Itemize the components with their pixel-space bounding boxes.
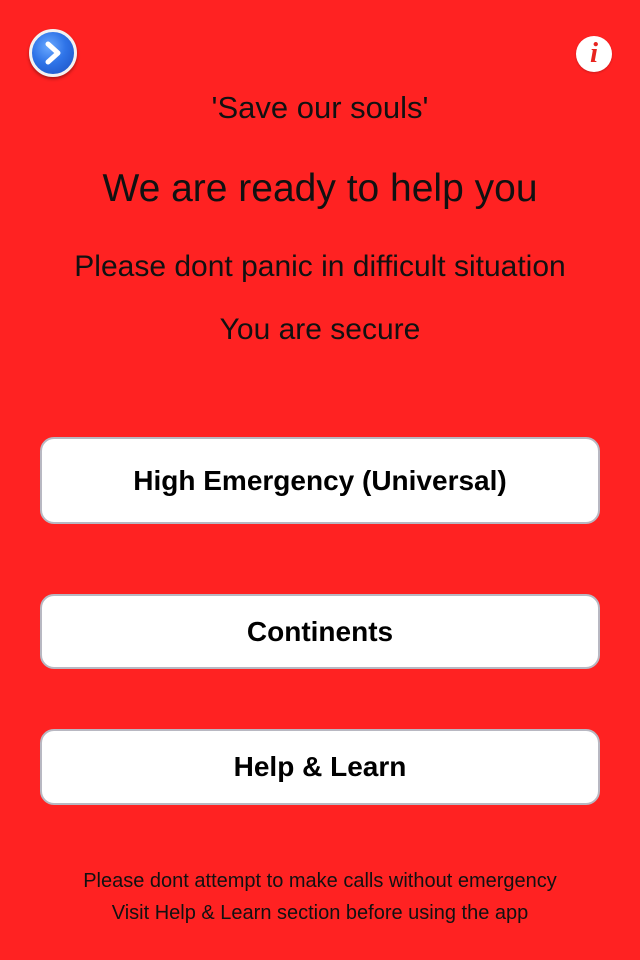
footer-warning-text: Please dont attempt to make calls withou…: [83, 870, 557, 892]
chevron-right-icon: [45, 41, 61, 65]
continents-button[interactable]: Continents: [40, 594, 600, 669]
high-emergency-button[interactable]: High Emergency (Universal): [40, 437, 600, 524]
main-screen: i 'Save our souls' We are ready to help …: [0, 0, 640, 960]
info-icon: i: [589, 37, 599, 69]
info-button[interactable]: i: [576, 36, 612, 72]
secure-text: You are secure: [219, 313, 421, 346]
help-learn-button[interactable]: Help & Learn: [40, 729, 600, 805]
headline-text: We are ready to help you: [102, 167, 538, 210]
motto-text: 'Save our souls': [211, 90, 429, 125]
footer-help-text: Visit Help & Learn section before using …: [111, 902, 529, 924]
reassurance-text: Please dont panic in difficult situation: [74, 250, 566, 283]
forward-button[interactable]: [29, 29, 77, 77]
